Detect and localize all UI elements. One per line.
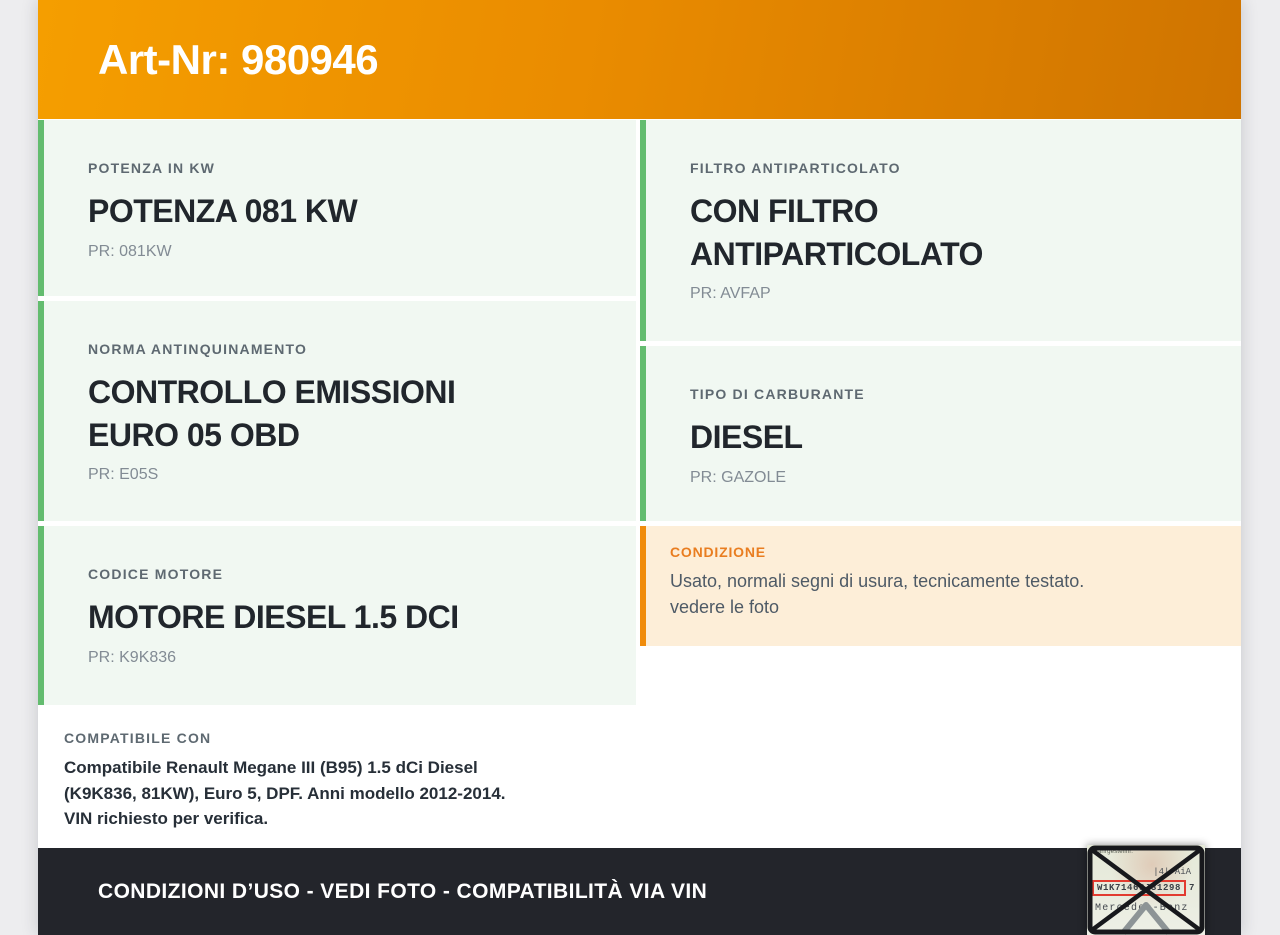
spec-card-title: MOTORE DIESEL 1.5 DCI: [88, 599, 459, 635]
spec-card-norma: NORMA ANTINQUINAMENTO CONTROLLO EMISSION…: [38, 301, 636, 521]
header-bar: Art-Nr: 980946: [38, 0, 1241, 119]
left-column: POTENZA IN KW POTENZA 081 KW PR: 081KW N…: [38, 120, 636, 845]
spec-card-pr-code: PR: E05S: [88, 466, 159, 484]
footer-text: CONDIZIONI D’USO - VEDI FOTO - COMPATIBI…: [98, 879, 708, 903]
spec-grid: POTENZA IN KW POTENZA 081 KW PR: 081KW N…: [38, 120, 1241, 845]
spec-card-title: CONTROLLO EMISSIONI EURO 05 OBD: [88, 374, 456, 453]
spec-card-label: TIPO DI CARBURANTE: [690, 386, 865, 402]
spec-card-filtro: FILTRO ANTIPARTICOLATO CON FILTRO ANTIPA…: [640, 120, 1241, 341]
registration-document-thumbnail[interactable]: Fahrgestellnr. |4| AiA W1K71463J31298 7 …: [1087, 845, 1205, 935]
spec-card-potenza: POTENZA IN KW POTENZA 081 KW PR: 081KW: [38, 120, 636, 296]
spec-card-title: POTENZA 081 KW: [88, 193, 358, 229]
right-column: FILTRO ANTIPARTICOLATO CON FILTRO ANTIPA…: [640, 120, 1241, 845]
compatibility-card-text: Compatibile Renault Megane III (B95) 1.5…: [64, 758, 506, 828]
condition-card-label: CONDIZIONE: [670, 544, 766, 560]
spec-card-pr-code: PR: K9K836: [88, 648, 177, 666]
compatibility-card: COMPATIBILE CON Compatibile Renault Mega…: [38, 710, 636, 845]
article-number-title: Art-Nr: 980946: [98, 35, 379, 83]
spec-card-title: CON FILTRO ANTIPARTICOLATO: [690, 193, 983, 272]
spec-card-pr-code: PR: GAZOLE: [690, 468, 787, 486]
spec-card-label: FILTRO ANTIPARTICOLATO: [690, 160, 901, 176]
spec-card-codice-motore: CODICE MOTORE MOTORE DIESEL 1.5 DCI PR: …: [38, 526, 636, 705]
spec-card-title: DIESEL: [690, 419, 803, 455]
condition-card: CONDIZIONE Usato, normali segni di usura…: [640, 526, 1241, 646]
spec-card-pr-code: PR: AVFAP: [690, 285, 771, 303]
spec-card-carburante: TIPO DI CARBURANTE DIESEL PR: GAZOLE: [640, 346, 1241, 521]
footer-bar: CONDIZIONI D’USO - VEDI FOTO - COMPATIBI…: [38, 848, 1241, 935]
content-panel: Art-Nr: 980946 POTENZA IN KW POTENZA 081…: [38, 0, 1241, 935]
spec-card-label: NORMA ANTINQUINAMENTO: [88, 341, 308, 357]
envelope-icon: [1087, 845, 1205, 935]
spec-card-label: POTENZA IN KW: [88, 160, 216, 176]
spec-card-pr-code: PR: 081KW: [88, 242, 172, 260]
condition-card-text: Usato, normali segni di usura, tecnicame…: [670, 571, 1085, 618]
compatibility-card-label: COMPATIBILE CON: [64, 730, 212, 746]
spec-card-label: CODICE MOTORE: [88, 566, 224, 582]
